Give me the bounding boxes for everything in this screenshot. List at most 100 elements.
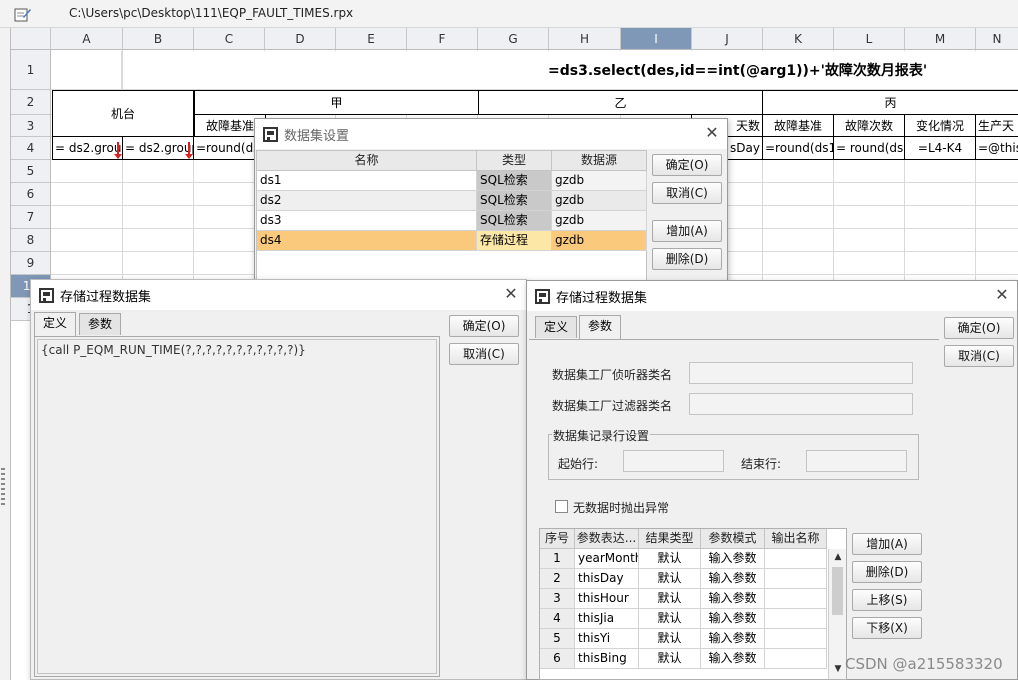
cell-n4[interactable]: =@this (975, 136, 1018, 160)
delete-button[interactable]: 删除(D) (652, 248, 722, 270)
row-header-5[interactable]: 5 (11, 160, 51, 183)
dataset-type-cell[interactable]: SQL检索 (477, 191, 552, 211)
row-header-1[interactable]: 1 (11, 50, 51, 90)
tab-definition[interactable]: 定义 (535, 316, 578, 338)
param-mode-cell[interactable]: 输入参数 (701, 629, 765, 649)
sheet-corner[interactable] (11, 28, 51, 50)
param-mode-cell[interactable]: 输入参数 (701, 649, 765, 669)
cell-k3[interactable]: 故障基准 (762, 114, 834, 137)
throw-exception-checkbox[interactable] (555, 500, 568, 513)
col-header-m[interactable]: M (905, 28, 976, 50)
cancel-button[interactable]: 取消(C) (944, 345, 1014, 367)
col-type-header[interactable]: 结果类型 (639, 529, 701, 549)
col-header-h[interactable]: H (549, 28, 621, 50)
delete-param-button[interactable]: 删除(D) (852, 561, 922, 583)
dataset-type-cell[interactable]: SQL检索 (477, 211, 552, 231)
start-row-input[interactable] (623, 450, 724, 472)
dataset-type-cell[interactable]: SQL检索 (477, 171, 552, 191)
param-output-cell[interactable] (765, 649, 827, 669)
col-no-header[interactable]: 序号 (540, 529, 575, 549)
col-header-n[interactable]: N (976, 28, 1018, 50)
param-expr-cell[interactable]: thisHour (575, 589, 639, 609)
dataset-name-cell[interactable]: ds3 (257, 211, 477, 231)
param-type-cell[interactable]: 默认 (639, 649, 701, 669)
param-mode-cell[interactable]: 输入参数 (701, 589, 765, 609)
dataset-type-cell-selected[interactable]: 存储过程 (477, 231, 552, 251)
scroll-down-icon[interactable]: ▼ (830, 661, 846, 677)
cell-m3[interactable]: 变化情况 (904, 114, 976, 137)
param-output-cell[interactable] (765, 609, 827, 629)
col-header-d[interactable]: D (265, 28, 336, 50)
scroll-thumb[interactable] (832, 567, 843, 615)
report-title-cell[interactable]: =ds3.select(des,id==int(@arg1))+'故障次数月报表… (123, 51, 1018, 89)
cell-a1[interactable] (52, 51, 122, 89)
col-header-c[interactable]: C (194, 28, 265, 50)
col-mode-header[interactable]: 参数模式 (701, 529, 765, 549)
col-output-header[interactable]: 输出名称 (765, 529, 827, 549)
col-expr-header[interactable]: 参数表达... (575, 529, 639, 549)
param-output-cell[interactable] (765, 629, 827, 649)
scroll-up-icon[interactable]: ▲ (830, 549, 846, 565)
cell-m4[interactable]: =L4-K4 (904, 136, 976, 160)
cell-a4[interactable]: = ds2.group( (52, 136, 123, 160)
row-header-2[interactable]: 2 (11, 90, 51, 115)
col-name-header[interactable]: 名称 (257, 151, 477, 171)
filter-class-input[interactable] (689, 393, 913, 415)
col-header-f[interactable]: F (407, 28, 478, 50)
col-header-i[interactable]: I (621, 28, 692, 50)
tab-parameters[interactable]: 参数 (79, 313, 122, 335)
dataset-source-cell[interactable]: gzdb (552, 191, 647, 211)
row-header-3[interactable]: 3 (11, 115, 51, 137)
dataset-name-cell[interactable]: ds2 (257, 191, 477, 211)
col-header-e[interactable]: E (336, 28, 407, 50)
cell-k4[interactable]: =round(ds1. (762, 136, 834, 160)
move-up-button[interactable]: 上移(S) (852, 589, 922, 611)
end-row-input[interactable] (806, 450, 907, 472)
ok-button[interactable]: 确定(O) (449, 315, 519, 337)
sql-editor[interactable]: {call P_EQM_RUN_TIME(?,?,?,?,?,?,?,?,?,?… (37, 339, 437, 674)
row-header-4[interactable]: 4 (11, 137, 51, 160)
row-header-7[interactable]: 7 (11, 206, 51, 229)
col-source-header[interactable]: 数据源 (552, 151, 647, 171)
add-button[interactable]: 增加(A) (652, 220, 722, 242)
param-type-cell[interactable]: 默认 (639, 549, 701, 569)
tab-definition[interactable]: 定义 (34, 312, 77, 336)
cancel-button[interactable]: 取消(C) (652, 182, 722, 204)
cancel-button[interactable]: 取消(C) (449, 343, 519, 365)
dataset-name-cell-selected[interactable]: ds4 (257, 231, 477, 251)
close-icon[interactable]: ✕ (703, 124, 721, 142)
param-type-cell[interactable]: 默认 (639, 589, 701, 609)
param-table-scrollbar[interactable]: ▲ ▼ (828, 549, 846, 679)
close-icon[interactable]: ✕ (993, 286, 1011, 304)
param-mode-cell[interactable]: 输入参数 (701, 609, 765, 629)
header-bing-cell[interactable]: 丙 (762, 90, 1018, 115)
param-mode-cell[interactable]: 输入参数 (701, 569, 765, 589)
col-header-a[interactable]: A (51, 28, 123, 50)
dataset-source-cell-selected[interactable]: gzdb (552, 231, 647, 251)
header-yi-cell[interactable]: 乙 (478, 90, 763, 115)
listener-class-input[interactable] (689, 362, 913, 384)
param-type-cell[interactable]: 默认 (639, 569, 701, 589)
col-header-k[interactable]: K (763, 28, 834, 50)
dataset-source-cell[interactable]: gzdb (552, 171, 647, 191)
param-mode-cell[interactable]: 输入参数 (701, 549, 765, 569)
col-header-g[interactable]: G (478, 28, 549, 50)
col-header-b[interactable]: B (123, 28, 194, 50)
col-type-header[interactable]: 类型 (477, 151, 552, 171)
ok-button[interactable]: 确定(O) (652, 154, 722, 176)
param-output-cell[interactable] (765, 569, 827, 589)
row-header-8[interactable]: 8 (11, 229, 51, 252)
param-type-cell[interactable]: 默认 (639, 609, 701, 629)
header-jia-cell[interactable]: 甲 (194, 90, 479, 115)
col-header-l[interactable]: L (834, 28, 905, 50)
param-expr-cell[interactable]: thisBing (575, 649, 639, 669)
cell-l4[interactable]: = round(ds2. (833, 136, 905, 160)
param-expr-cell[interactable]: yearMonth (575, 549, 639, 569)
add-param-button[interactable]: 增加(A) (852, 533, 922, 555)
row-header-6[interactable]: 6 (11, 183, 51, 206)
cell-l3[interactable]: 故障次数 (833, 114, 905, 137)
edit-document-icon[interactable] (14, 7, 32, 22)
file-path[interactable]: C:\Users\pc\Desktop\111\EQP_FAULT_TIMES.… (69, 6, 353, 20)
close-icon[interactable]: ✕ (502, 285, 520, 303)
tab-parameters[interactable]: 参数 (579, 315, 622, 339)
